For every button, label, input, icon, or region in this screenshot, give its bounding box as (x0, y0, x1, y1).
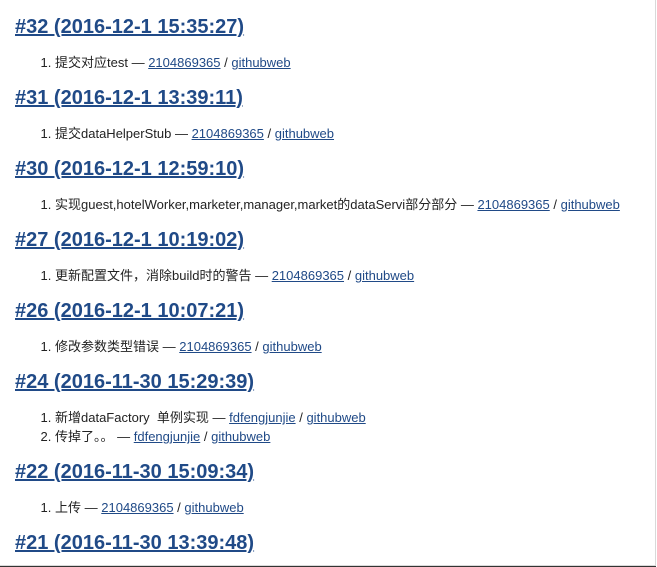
slash-separator: / (549, 197, 561, 212)
commit-message: 上传 (55, 500, 82, 515)
repo-link[interactable]: githubweb (184, 500, 243, 515)
slash-separator: / (173, 500, 185, 515)
change-item: 实现guest,hotelWorker,marketer,manager,mar… (55, 195, 655, 214)
changes-list: #32 (2016-12-1 15:35:27) 提交对应test — 21048… (15, 13, 655, 565)
repo-link[interactable]: githubweb (355, 268, 414, 283)
build-heading: #31 (2016-12-1 13:39:11) (15, 84, 655, 112)
change-item: 提交dataHelperStub — 2104869365 / githubwe… (55, 124, 655, 143)
dash-separator: — (457, 197, 478, 212)
change-list: 新增dataFactory 单例实现 — fdfengjunjie / gith… (15, 408, 655, 446)
change-list: 提交对应test — 2104869365 / githubweb (15, 53, 655, 72)
change-item: 修改参数类型错误 — 2104869365 / githubweb (55, 337, 655, 356)
dash-separator: — (113, 429, 134, 444)
author-link[interactable]: 2104869365 (179, 339, 251, 354)
author-link[interactable]: 2104869365 (192, 126, 264, 141)
dash-separator: — (171, 126, 192, 141)
commit-message: 提交对应test (55, 55, 128, 70)
author-link[interactable]: fdfengjunjie (229, 410, 296, 425)
build-link[interactable]: #24 (2016-11-30 15:29:39) (15, 371, 254, 393)
slash-separator: / (200, 429, 212, 444)
build-link[interactable]: #22 (2016-11-30 15:09:34) (15, 461, 254, 483)
page-frame: #32 (2016-12-1 15:35:27) 提交对应test — 21048… (0, 0, 656, 566)
change-item: 更新配置文件，消除build时的警告 — 2104869365 / github… (55, 266, 655, 285)
author-link[interactable]: 2104869365 (272, 268, 344, 283)
build-entry: #26 (2016-12-1 10:07:21) 修改参数类型错误 — 21048… (15, 297, 655, 356)
build-entry: #24 (2016-11-30 15:29:39) 新增dataFactory 单… (15, 368, 655, 446)
slash-separator: / (251, 339, 263, 354)
commit-message: 更新配置文件，消除build时的警告 (55, 268, 252, 283)
slash-separator: / (263, 126, 275, 141)
dash-separator: — (251, 268, 272, 283)
build-entry: #22 (2016-11-30 15:09:34) 上传 — 2104869365… (15, 458, 655, 517)
change-item: 上传 — 2104869365 / githubweb (55, 498, 655, 517)
repo-link[interactable]: githubweb (262, 339, 321, 354)
author-link[interactable]: 2104869365 (101, 500, 173, 515)
slash-separator: / (295, 410, 307, 425)
build-entry: #21 (2016-11-30 13:39:48)实详质更改 — 2104869… (15, 529, 655, 565)
commit-message: 新增dataFactory 单例实现 (55, 410, 209, 425)
slash-separator: / (344, 268, 355, 283)
commit-message: 传掉了。。 (55, 429, 114, 444)
repo-link[interactable]: githubweb (306, 410, 365, 425)
author-link[interactable]: fdfengjunjie (134, 429, 201, 444)
dash-separator: — (127, 55, 149, 70)
build-heading: #32 (2016-12-1 15:35:27) (15, 13, 655, 41)
change-list: 上传 — 2104869365 / githubweb (15, 498, 655, 517)
change-list: 实现guest,hotelWorker,marketer,manager,mar… (15, 195, 655, 214)
build-entry: #27 (2016-12-1 10:19:02) 更新配置文件，消除build时的… (15, 226, 655, 285)
dash-separator: — (208, 410, 230, 425)
build-entry: #32 (2016-12-1 15:35:27) 提交对应test — 21048… (15, 13, 655, 72)
change-list: 提交dataHelperStub — 2104869365 / githubwe… (15, 124, 655, 143)
build-link[interactable]: #31 (2016-12-1 13:39:11) (15, 87, 243, 109)
build-entry: #31 (2016-12-1 13:39:11) 提交dataHelperStub… (15, 84, 655, 143)
dash-separator: — (81, 500, 102, 515)
build-heading: #26 (2016-12-1 10:07:21) (15, 297, 655, 325)
build-link[interactable]: #21 (2016-11-30 13:39:48) (15, 532, 254, 554)
commit-message: 修改参数类型错误 (55, 339, 160, 354)
build-heading: #21 (2016-11-30 13:39:48) (15, 529, 655, 557)
build-link[interactable]: #32 (2016-12-1 15:35:27) (15, 16, 244, 38)
commit-message: 提交dataHelperStub (55, 126, 172, 141)
build-link[interactable]: #26 (2016-12-1 10:07:21) (15, 300, 244, 322)
repo-link[interactable]: githubweb (275, 126, 334, 141)
build-link[interactable]: #27 (2016-12-1 10:19:02) (15, 229, 244, 251)
build-entry: #30 (2016-12-1 12:59:10) 实现guest,hotelWor… (15, 155, 655, 214)
build-heading: #22 (2016-11-30 15:09:34) (15, 458, 655, 486)
repo-link[interactable]: githubweb (231, 55, 290, 70)
dash-separator: — (159, 339, 180, 354)
slash-separator: / (220, 55, 232, 70)
author-link[interactable]: 2104869365 (477, 197, 549, 212)
change-item: 新增dataFactory 单例实现 — fdfengjunjie / gith… (55, 408, 655, 427)
build-heading: #30 (2016-12-1 12:59:10) (15, 155, 655, 183)
repo-link[interactable]: githubweb (211, 429, 270, 444)
repo-link[interactable]: githubweb (561, 197, 620, 212)
change-item: 传掉了。。 — fdfengjunjie / githubweb (55, 427, 655, 446)
commit-message: 实现guest,hotelWorker,marketer,manager,mar… (55, 197, 458, 212)
change-list: 修改参数类型错误 — 2104869365 / githubweb (15, 337, 655, 356)
change-list: 更新配置文件，消除build时的警告 — 2104869365 / github… (15, 266, 655, 285)
change-item: 提交对应test — 2104869365 / githubweb (55, 53, 655, 72)
build-link[interactable]: #30 (2016-12-1 12:59:10) (15, 158, 244, 180)
author-link[interactable]: 2104869365 (148, 55, 220, 70)
build-heading: #24 (2016-11-30 15:29:39) (15, 368, 655, 396)
build-heading: #27 (2016-12-1 10:19:02) (15, 226, 655, 254)
